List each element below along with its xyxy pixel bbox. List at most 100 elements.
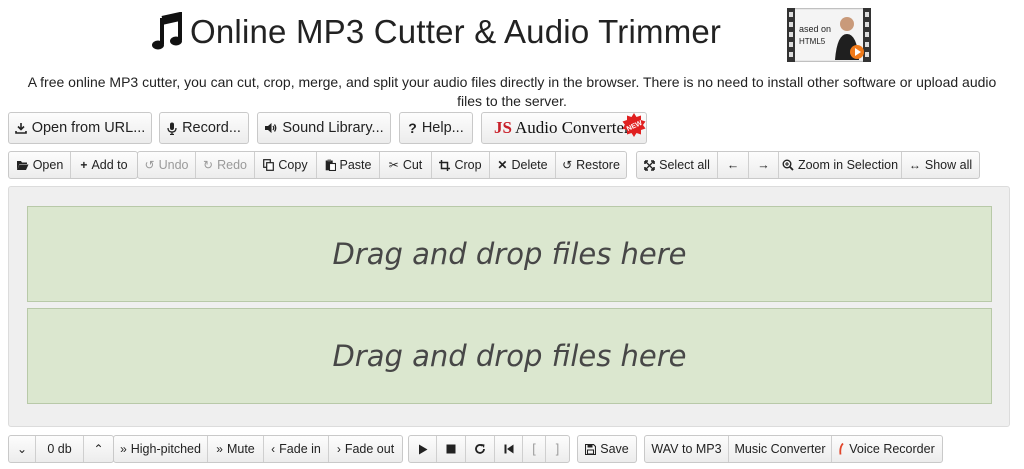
restore-button[interactable]: ↺ Restore [556,152,626,178]
music-converter-link[interactable]: Music Converter [729,436,832,462]
cut-label: Cut [402,158,423,172]
show-all-label: Show all [924,158,973,172]
header: Online MP3 Cutter & Audio Trimmer ased o… [0,7,1024,63]
volume-value-text: 0 db [47,442,72,456]
copy-button[interactable]: Copy [255,152,317,178]
move-right-button[interactable]: → [749,152,779,178]
double-chevron-up-icon: » [120,442,127,456]
show-all-button[interactable]: ↔ Show all [902,152,979,178]
fade-out-button[interactable]: › Fade out [329,436,402,462]
dropzone-secondary-text: Drag and drop files here [332,339,687,373]
undo-button[interactable]: ↺ Undo [138,152,196,178]
bracket-open-icon: [ [532,442,536,456]
loop-button[interactable] [466,436,495,462]
plus-icon: + [80,158,88,172]
mark-start-button[interactable]: [ [523,436,546,462]
voice-recorder-link[interactable]: Voice Recorder [832,436,942,462]
open-from-url-button[interactable]: Open from URL... [8,112,152,144]
download-icon [14,122,27,134]
copy-icon [263,159,275,171]
add-to-button[interactable]: + Add to [71,152,137,178]
save-label: Save [600,442,629,456]
page-title: Online MP3 Cutter & Audio Trimmer [190,13,722,50]
record-button[interactable]: Record... [159,112,249,144]
zoom-in-selection-label: Zoom in Selection [797,158,899,172]
select-all-button[interactable]: Select all [637,152,718,178]
skip-to-start-button[interactable] [495,436,523,462]
high-pitched-button[interactable]: » High-pitched [114,436,208,462]
stop-button[interactable] [437,436,466,462]
mute-label: Mute [226,442,255,456]
mute-button[interactable]: » Mute [208,436,264,462]
undo-icon: ↺ [144,158,155,172]
restore-label: Restore [576,158,620,172]
open-button[interactable]: Open [9,152,71,178]
restore-icon: ↺ [562,158,573,172]
folder-open-icon [16,160,29,171]
playback-toolbar-group: [ ] [408,435,570,463]
cut-button[interactable]: ✂ Cut [380,152,432,178]
paste-label: Paste [339,158,372,172]
floppy-disk-icon [585,443,597,455]
volume-up-button[interactable]: ⌃ [84,436,113,462]
redo-label: Redo [217,158,247,172]
fade-out-label: Fade out [344,442,395,456]
music-converter-label: Music Converter [734,442,826,456]
crop-label: Crop [454,158,482,172]
delete-label: Delete [511,158,548,172]
volume-down-button[interactable]: ⌄ [9,436,36,462]
close-icon: ✕ [497,158,508,172]
copy-label: Copy [278,158,308,172]
open-label: Open [32,158,64,172]
microphone-icon [167,122,177,135]
crop-button[interactable]: Crop [432,152,490,178]
question-icon: ? [408,120,417,136]
sound-library-label: Sound Library... [282,120,384,136]
history-toolbar-group: ↺ Undo ↻ Redo Copy Paste ✂ Cut Crop ✕ De… [137,151,627,179]
svg-text:HTML5: HTML5 [799,37,826,46]
zoom-in-selection-button[interactable]: Zoom in Selection [779,152,902,178]
zoom-in-icon [782,159,794,171]
scissors-icon: ✂ [388,158,399,172]
dropzone-primary[interactable]: Drag and drop files here [27,206,992,302]
fade-in-label: Fade in [279,442,321,456]
flame-icon [839,443,845,455]
video-thumbnail[interactable]: ased on HTML5 [786,7,872,63]
undo-label: Undo [158,158,189,172]
move-left-button[interactable]: ← [718,152,749,178]
play-button[interactable] [409,436,437,462]
skip-back-icon [504,444,514,454]
wav-to-mp3-link[interactable]: WAV to MP3 [645,436,729,462]
paste-icon [325,159,336,171]
effects-toolbar-group: » High-pitched » Mute ‹ Fade in › Fade o… [113,435,403,463]
file-toolbar-group: Open + Add to [8,151,138,179]
redo-button[interactable]: ↻ Redo [196,152,255,178]
tools-toolbar-group: WAV to MP3 Music Converter Voice Recorde… [644,435,943,463]
paste-button[interactable]: Paste [317,152,380,178]
sound-library-button[interactable]: Sound Library... [257,112,391,144]
dropzone-secondary[interactable]: Drag and drop files here [27,308,992,404]
dropzone-primary-text: Drag and drop files here [332,237,687,271]
arrow-right-icon: → [757,158,770,172]
delete-button[interactable]: ✕ Delete [490,152,556,178]
speaker-icon [264,122,277,134]
new-badge-icon: NEW [621,112,647,138]
chevron-right-icon: › [336,442,341,456]
title-row: Online MP3 Cutter & Audio Trimmer [150,8,721,56]
music-note-icon [150,10,184,54]
save-button[interactable]: Save [578,436,636,462]
horizontal-arrows-icon: ↔ [908,158,921,172]
refresh-icon [474,443,486,455]
help-button[interactable]: ? Help... [399,112,473,144]
arrow-left-icon: ← [726,158,740,172]
bracket-close-icon: ] [555,442,560,456]
volume-stepper: ⌄ 0 db ⌃ [8,435,114,463]
chevron-down-icon: ⌄ [16,442,28,456]
page-description: A free online MP3 cutter, you can cut, c… [27,74,997,109]
audio-converter-label: Audio Converter [514,118,630,137]
double-chevron-down-icon: » [216,442,223,456]
fade-in-button[interactable]: ‹ Fade in [264,436,329,462]
high-pitched-label: High-pitched [130,442,201,456]
mark-end-button[interactable]: ] [546,436,569,462]
save-toolbar-group: Save [577,435,637,463]
